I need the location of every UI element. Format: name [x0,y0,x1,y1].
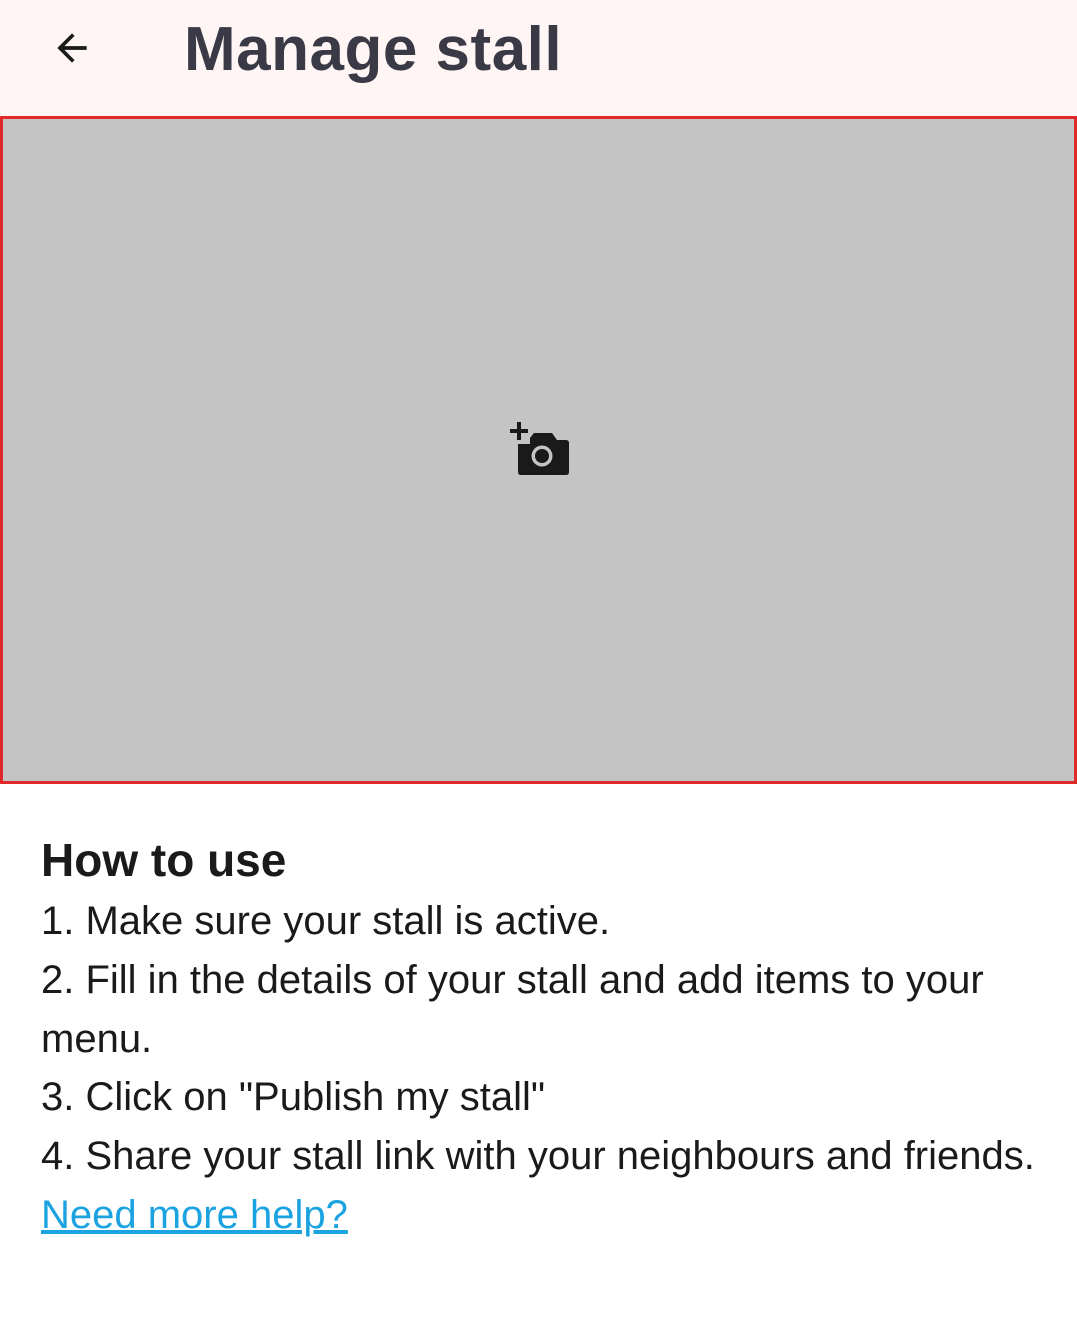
arrow-left-icon [57,33,87,63]
add-photo-camera-icon[interactable] [508,420,570,478]
manage-stall-screen: Manage stall How to use 1. Make sure you… [0,0,1077,1334]
step-2: 2. Fill in the details of your stall and… [41,957,984,1061]
step-1: 1. Make sure your stall is active. [41,899,611,943]
top-app-bar: Manage stall [0,0,1077,116]
need-more-help-link[interactable]: Need more help? [41,1186,348,1245]
back-button[interactable] [40,16,104,80]
step-4: 4. Share your stall link with your neigh… [41,1134,1035,1179]
how-to-use-heading: How to use [41,834,287,886]
page-title: Manage stall [184,15,563,84]
how-to-use-section: How to use 1. Make sure your stall is ac… [41,832,1041,1245]
step-3: 3. Click on "Publish my stall" [41,1075,546,1120]
